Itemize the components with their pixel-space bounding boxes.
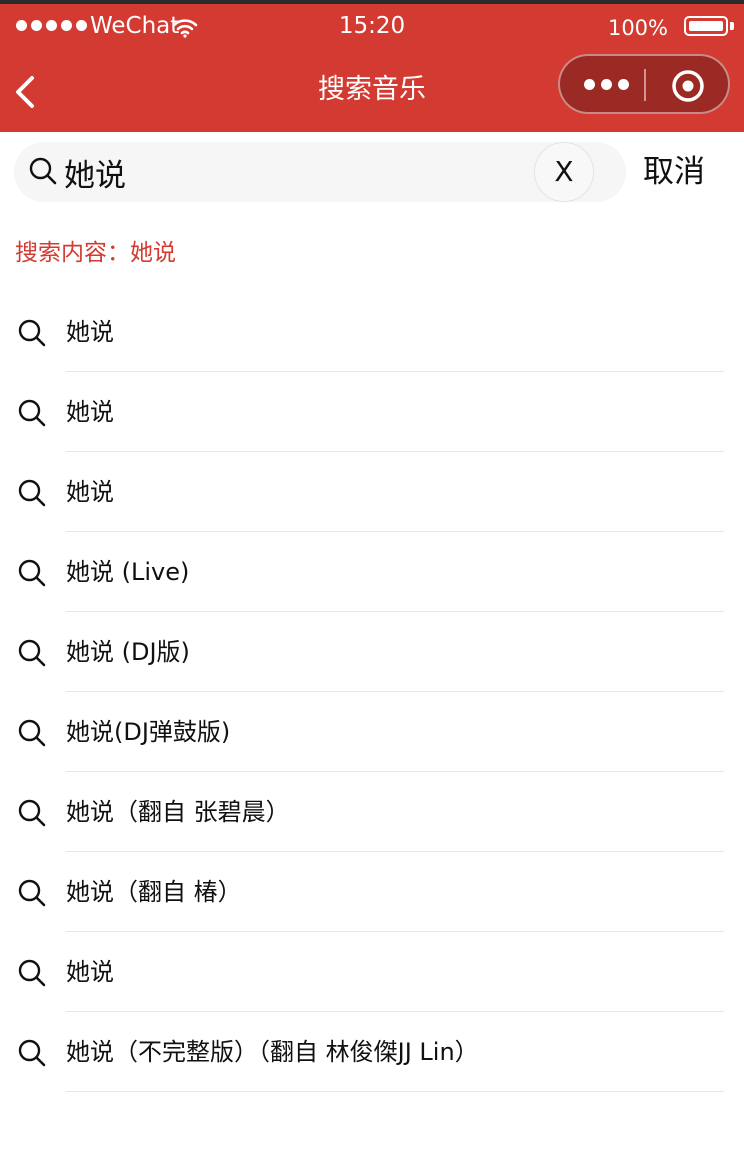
result-item[interactable]: 她说（不完整版）（翻自 林俊傑JJ Lin） [0, 1012, 744, 1092]
result-item[interactable]: 她说 [0, 372, 744, 452]
result-item[interactable]: 她说（翻自 椿） [0, 852, 744, 932]
search-icon [18, 319, 46, 347]
battery-percent: 100% [607, 16, 668, 40]
app-header: WeChat 15:20 100% 搜索音乐 [0, 4, 744, 132]
result-item[interactable]: 她说 (Live) [0, 532, 744, 612]
search-icon [18, 1039, 46, 1067]
clear-button[interactable]: X [534, 142, 594, 202]
search-icon [18, 559, 46, 587]
search-icon [18, 879, 46, 907]
battery-icon [684, 16, 728, 36]
result-title: 她说 (DJ版) [66, 638, 190, 666]
search-query-label: 搜索内容：她说 [15, 240, 176, 266]
result-item[interactable]: 她说 [0, 292, 744, 372]
result-item[interactable]: 她说 [0, 932, 744, 1012]
mini-program-capsule [558, 54, 730, 114]
results-list: 她说 她说 她说 她说 (Live) 她说 (DJ版) 她说(DJ弹鼓版) 她说… [0, 292, 744, 1092]
search-icon [18, 959, 46, 987]
search-icon [29, 157, 57, 185]
result-item[interactable]: 她说 [0, 452, 744, 532]
battery-tip [730, 22, 734, 30]
result-title: 她说（翻自 张碧晨） [66, 798, 290, 826]
search-bar: X [14, 142, 626, 202]
result-title: 她说 [66, 958, 114, 986]
result-item[interactable]: 她说 (DJ版) [0, 612, 744, 692]
result-title: 她说（不完整版）（翻自 林俊傑JJ Lin） [66, 1038, 479, 1066]
result-item[interactable]: 她说（翻自 张碧晨） [0, 772, 744, 852]
search-input[interactable] [64, 150, 524, 194]
search-icon [18, 639, 46, 667]
result-title: 她说(DJ弹鼓版) [66, 718, 231, 746]
more-icon[interactable] [578, 72, 634, 96]
result-title: 她说（翻自 椿） [66, 878, 242, 906]
search-icon [18, 719, 46, 747]
cancel-button[interactable]: 取消 [643, 152, 705, 192]
result-title: 她说 (Live) [66, 558, 190, 586]
status-bar: WeChat 15:20 100% [0, 4, 744, 48]
search-icon [18, 399, 46, 427]
result-title: 她说 [66, 478, 114, 506]
search-icon [18, 799, 46, 827]
search-icon [18, 479, 46, 507]
target-icon[interactable] [670, 68, 706, 104]
result-item[interactable]: 她说(DJ弹鼓版) [0, 692, 744, 772]
result-title: 她说 [66, 398, 114, 426]
result-title: 她说 [66, 318, 114, 346]
capsule-divider [644, 69, 646, 101]
divider [66, 1091, 724, 1092]
